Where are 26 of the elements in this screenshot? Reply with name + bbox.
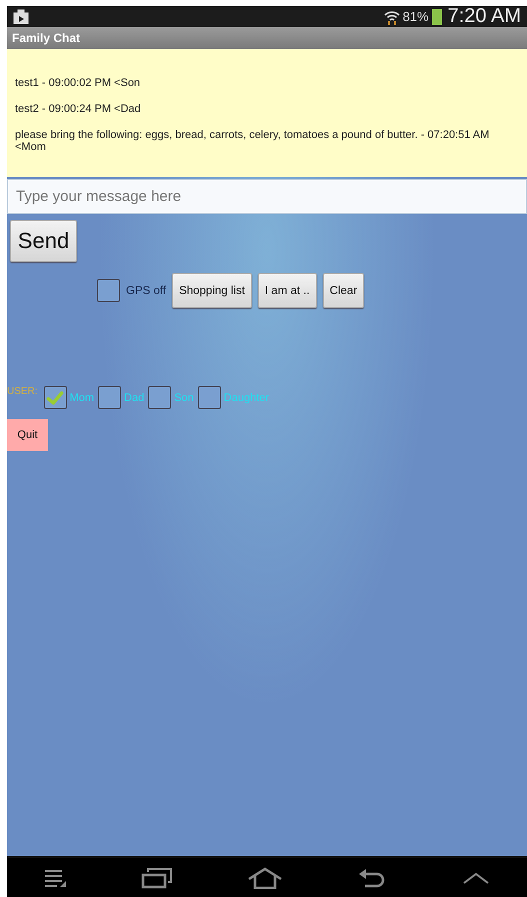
gps-label[interactable]: GPS off — [126, 284, 166, 296]
action-button[interactable]: I am at .. — [258, 273, 317, 308]
quit-button[interactable]: Quit — [7, 419, 48, 451]
message-input[interactable]: Type your message here — [7, 179, 527, 214]
chevron-up-icon[interactable] — [462, 870, 490, 884]
checkbox[interactable] — [198, 386, 221, 409]
home-icon[interactable] — [246, 866, 283, 888]
menu-icon[interactable] — [44, 868, 66, 886]
wifi-icon — [384, 8, 400, 24]
checkbox[interactable] — [44, 386, 67, 409]
battery-percent: 81% — [402, 9, 429, 24]
chat-message: please bring the following: eggs, bread, carrots, celery, tomatoes a pound of butter. - 07:20:51 AM <Mom — [15, 129, 490, 153]
checkbox[interactable] — [148, 386, 172, 409]
send-button[interactable]: Send — [10, 220, 77, 262]
checkbox[interactable] — [97, 279, 120, 302]
checkbox[interactable] — [98, 386, 122, 409]
battery-icon — [432, 8, 442, 24]
title-bar: Family Chat — [7, 27, 527, 49]
recent-apps-icon[interactable] — [140, 866, 173, 888]
store-icon — [13, 9, 29, 24]
chat-message: test1 - 09:00:02 PM <Son — [15, 77, 142, 89]
clock: 7:20 AM — [448, 5, 521, 28]
action-button[interactable]: Shopping list — [172, 273, 252, 308]
chat-message: test2 - 09:00:24 PM <Dad — [15, 103, 142, 115]
user-label: USER: — [7, 386, 38, 397]
action-button[interactable]: Clear — [322, 273, 364, 308]
